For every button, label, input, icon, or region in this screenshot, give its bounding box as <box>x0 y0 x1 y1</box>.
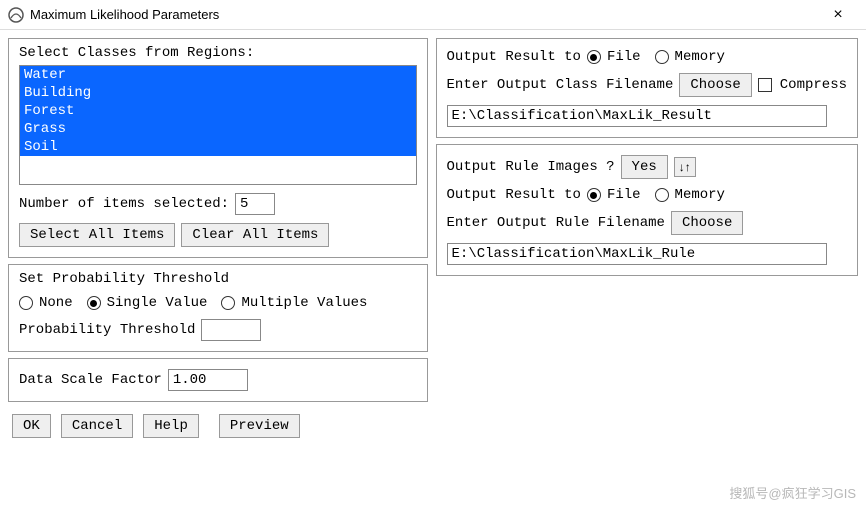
close-button[interactable]: × <box>818 6 858 24</box>
list-item[interactable]: Building <box>20 84 416 102</box>
list-item[interactable]: Grass <box>20 120 416 138</box>
radio-rule-memory[interactable]: Memory <box>655 187 725 203</box>
num-items-input[interactable] <box>235 193 275 215</box>
rule-images-toggle[interactable]: Yes <box>621 155 668 179</box>
scale-label: Data Scale Factor <box>19 372 162 388</box>
cancel-button[interactable]: Cancel <box>61 414 133 438</box>
compress-label: Compress <box>780 77 847 93</box>
classes-listbox[interactable]: Water Building Forest Grass Soil <box>19 65 417 185</box>
preview-button[interactable]: Preview <box>219 414 300 438</box>
watermark: 搜狐号@疯狂学习GIS <box>729 483 856 502</box>
output-result-label: Output Result to <box>447 49 581 65</box>
prob-threshold-label: Probability Threshold <box>19 322 195 338</box>
class-file-input[interactable] <box>447 105 827 127</box>
classes-panel: Select Classes from Regions: Water Build… <box>8 38 428 258</box>
radio-output-file[interactable]: File <box>587 49 641 65</box>
radio-multiple-values[interactable]: Multiple Values <box>221 295 367 311</box>
window-title: Maximum Likelihood Parameters <box>30 7 818 22</box>
choose-rule-file-button[interactable]: Choose <box>671 211 743 235</box>
ok-button[interactable]: OK <box>12 414 51 438</box>
radio-none[interactable]: None <box>19 295 73 311</box>
threshold-panel: Set Probability Threshold None Single Va… <box>8 264 428 352</box>
compress-checkbox[interactable] <box>758 78 772 92</box>
swap-icon[interactable]: ↓↑ <box>674 157 696 177</box>
choose-class-file-button[interactable]: Choose <box>679 73 751 97</box>
select-all-button[interactable]: Select All Items <box>19 223 175 247</box>
output-class-panel: Output Result to File Memory Enter Outpu… <box>436 38 858 138</box>
scale-input[interactable] <box>168 369 248 391</box>
list-item[interactable]: Forest <box>20 102 416 120</box>
output-rule-panel: Output Rule Images ? Yes ↓↑ Output Resul… <box>436 144 858 276</box>
radio-output-memory[interactable]: Memory <box>655 49 725 65</box>
help-button[interactable]: Help <box>143 414 199 438</box>
bottom-button-bar: OK Cancel Help Preview <box>8 414 428 438</box>
class-filename-label: Enter Output Class Filename <box>447 77 674 93</box>
rule-filename-label: Enter Output Rule Filename <box>447 215 665 231</box>
list-item[interactable]: Soil <box>20 138 416 156</box>
clear-all-button[interactable]: Clear All Items <box>181 223 329 247</box>
scale-panel: Data Scale Factor <box>8 358 428 402</box>
rule-images-label: Output Rule Images ? <box>447 159 615 175</box>
rule-output-label: Output Result to <box>447 187 581 203</box>
prob-threshold-input[interactable] <box>201 319 261 341</box>
app-icon <box>8 7 24 23</box>
rule-file-input[interactable] <box>447 243 827 265</box>
threshold-legend: Set Probability Threshold <box>19 271 229 287</box>
radio-single-value[interactable]: Single Value <box>87 295 208 311</box>
radio-rule-file[interactable]: File <box>587 187 641 203</box>
num-items-label: Number of items selected: <box>19 196 229 212</box>
select-classes-label: Select Classes from Regions: <box>19 45 254 61</box>
list-item[interactable]: Water <box>20 66 416 84</box>
titlebar: Maximum Likelihood Parameters × <box>0 0 866 30</box>
